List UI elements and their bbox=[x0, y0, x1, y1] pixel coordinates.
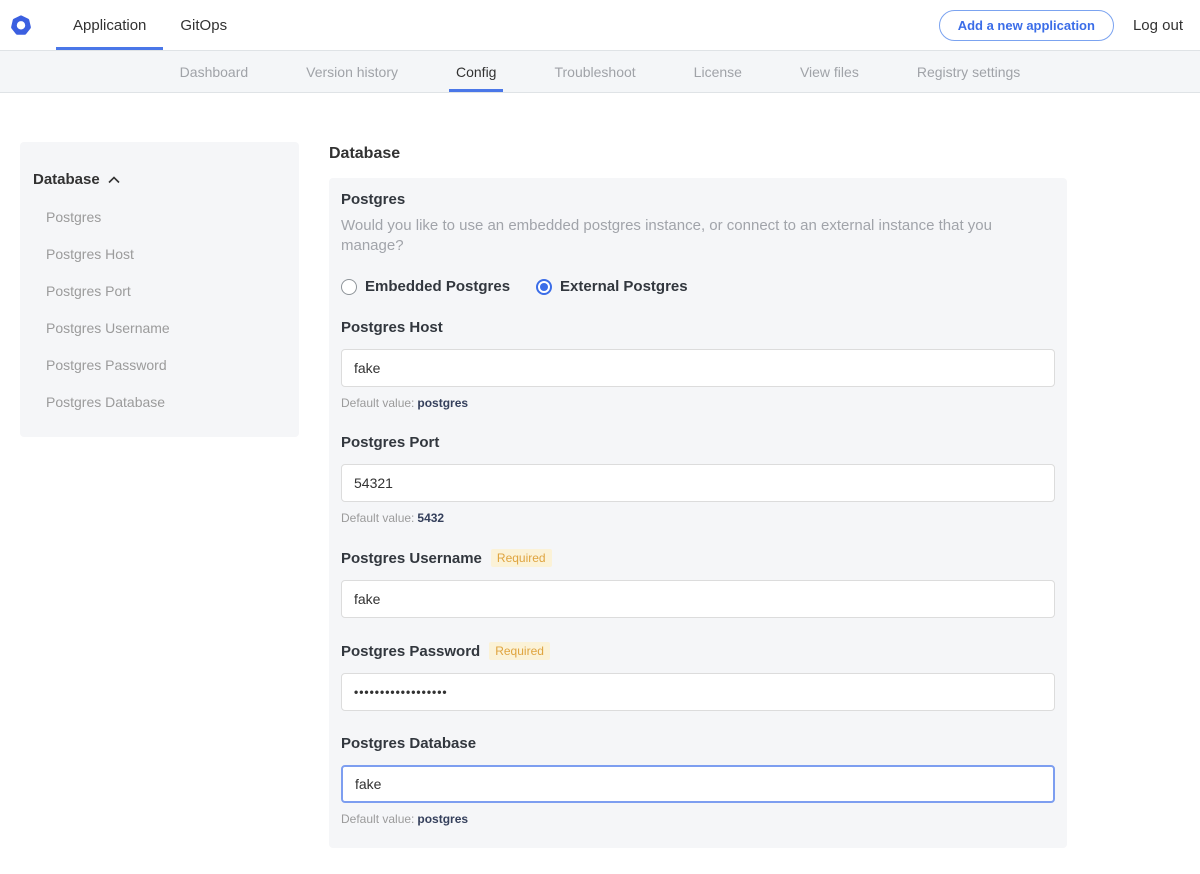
required-badge: Required bbox=[489, 642, 550, 660]
radio-embedded-postgres-label: Embedded Postgres bbox=[365, 278, 510, 295]
sidebar-item-postgres-database[interactable]: Postgres Database bbox=[46, 394, 283, 410]
postgres-host-default-hint: Default value:postgres bbox=[341, 396, 1055, 410]
field-postgres-password: Postgres Password Required bbox=[341, 642, 1055, 711]
postgres-port-input[interactable] bbox=[341, 464, 1055, 502]
postgres-database-default-hint: Default value:postgres bbox=[341, 812, 1055, 826]
subnav-label: Version history bbox=[306, 64, 398, 80]
sidebar-item-postgres-host[interactable]: Postgres Host bbox=[46, 246, 283, 262]
subnav-item-troubleshoot[interactable]: Troubleshoot bbox=[554, 51, 635, 92]
tab-application[interactable]: Application bbox=[56, 0, 163, 50]
subnav-label: Dashboard bbox=[180, 64, 249, 80]
config-page: Database Postgres Postgres Host Postgres… bbox=[0, 93, 1200, 874]
subnav-item-version-history[interactable]: Version history bbox=[306, 51, 398, 92]
postgres-password-label: Postgres Password bbox=[341, 643, 480, 660]
postgres-username-label: Postgres Username bbox=[341, 550, 482, 567]
default-label: Default value: bbox=[341, 812, 414, 826]
field-postgres-host: Postgres Host Default value:postgres bbox=[341, 319, 1055, 410]
postgres-port-default-hint: Default value:5432 bbox=[341, 511, 1055, 525]
subnav-item-license[interactable]: License bbox=[694, 51, 742, 92]
config-sidebar: Database Postgres Postgres Host Postgres… bbox=[20, 142, 299, 437]
radio-circle-checked[interactable] bbox=[536, 279, 552, 295]
radio-dot bbox=[540, 283, 548, 291]
subnav-item-view-files[interactable]: View files bbox=[800, 51, 859, 92]
radio-embedded-postgres[interactable]: Embedded Postgres bbox=[341, 278, 510, 295]
page-title: Database bbox=[329, 145, 1067, 163]
subnav-label: View files bbox=[800, 64, 859, 80]
subnav-item-config[interactable]: Config bbox=[456, 51, 496, 92]
tab-gitops-label: GitOps bbox=[180, 17, 227, 34]
sidebar-group-database[interactable]: Database bbox=[33, 171, 283, 188]
logout-button[interactable]: Log out bbox=[1133, 17, 1183, 34]
app-tabs: Application GitOps bbox=[56, 0, 244, 50]
field-postgres-username: Postgres Username Required bbox=[341, 549, 1055, 618]
postgres-radio-group: Embedded Postgres External Postgres bbox=[341, 278, 1055, 295]
default-value-link[interactable]: 5432 bbox=[417, 511, 444, 525]
add-new-application-button[interactable]: Add a new application bbox=[939, 10, 1114, 41]
topnav-right: Add a new application Log out bbox=[939, 0, 1200, 50]
subnav-item-dashboard[interactable]: Dashboard bbox=[180, 51, 249, 92]
postgres-group-label-text: Postgres bbox=[341, 191, 405, 208]
top-navigation: Application GitOps Add a new application… bbox=[0, 0, 1200, 50]
subnav-item-registry-settings[interactable]: Registry settings bbox=[917, 51, 1020, 92]
required-badge: Required bbox=[491, 549, 552, 567]
sidebar-item-postgres-port[interactable]: Postgres Port bbox=[46, 283, 283, 299]
radio-external-postgres[interactable]: External Postgres bbox=[536, 278, 688, 295]
field-postgres-port: Postgres Port Default value:5432 bbox=[341, 434, 1055, 525]
tab-application-label: Application bbox=[73, 17, 146, 34]
subnav-label: Troubleshoot bbox=[554, 64, 635, 80]
sidebar-item-list: Postgres Postgres Host Postgres Port Pos… bbox=[33, 209, 283, 410]
radio-external-postgres-label: External Postgres bbox=[560, 278, 688, 295]
postgres-group-description: Would you like to use an embedded postgr… bbox=[341, 216, 1055, 256]
postgres-username-input[interactable] bbox=[341, 580, 1055, 618]
postgres-host-input[interactable] bbox=[341, 349, 1055, 387]
postgres-database-input[interactable] bbox=[341, 765, 1055, 803]
default-value-link[interactable]: postgres bbox=[417, 812, 468, 826]
sidebar-group-label: Database bbox=[33, 171, 100, 188]
postgres-group-label: Postgres bbox=[341, 191, 1055, 208]
postgres-host-label: Postgres Host bbox=[341, 319, 443, 336]
sidebar-item-postgres-password[interactable]: Postgres Password bbox=[46, 357, 283, 373]
tab-gitops[interactable]: GitOps bbox=[163, 0, 244, 50]
subnav-label: Config bbox=[456, 64, 496, 80]
radio-circle-unchecked[interactable] bbox=[341, 279, 357, 295]
app-subnav: Dashboard Version history Config Trouble… bbox=[0, 50, 1200, 93]
postgres-password-input[interactable] bbox=[341, 673, 1055, 711]
default-label: Default value: bbox=[341, 511, 414, 525]
chevron-up-icon bbox=[108, 176, 120, 184]
default-label: Default value: bbox=[341, 396, 414, 410]
config-main: Database Postgres Would you like to use … bbox=[329, 145, 1067, 874]
postgres-database-label: Postgres Database bbox=[341, 735, 476, 752]
config-group-panel: Postgres Would you like to use an embedd… bbox=[329, 178, 1067, 848]
subnav-label: Registry settings bbox=[917, 64, 1020, 80]
sidebar-item-postgres-username[interactable]: Postgres Username bbox=[46, 320, 283, 336]
subnav-label: License bbox=[694, 64, 742, 80]
default-value-link[interactable]: postgres bbox=[417, 396, 468, 410]
sidebar-item-postgres[interactable]: Postgres bbox=[46, 209, 283, 225]
field-postgres-database: Postgres Database Default value:postgres bbox=[341, 735, 1055, 826]
app-logo-icon[interactable] bbox=[10, 14, 32, 37]
postgres-port-label: Postgres Port bbox=[341, 434, 439, 451]
